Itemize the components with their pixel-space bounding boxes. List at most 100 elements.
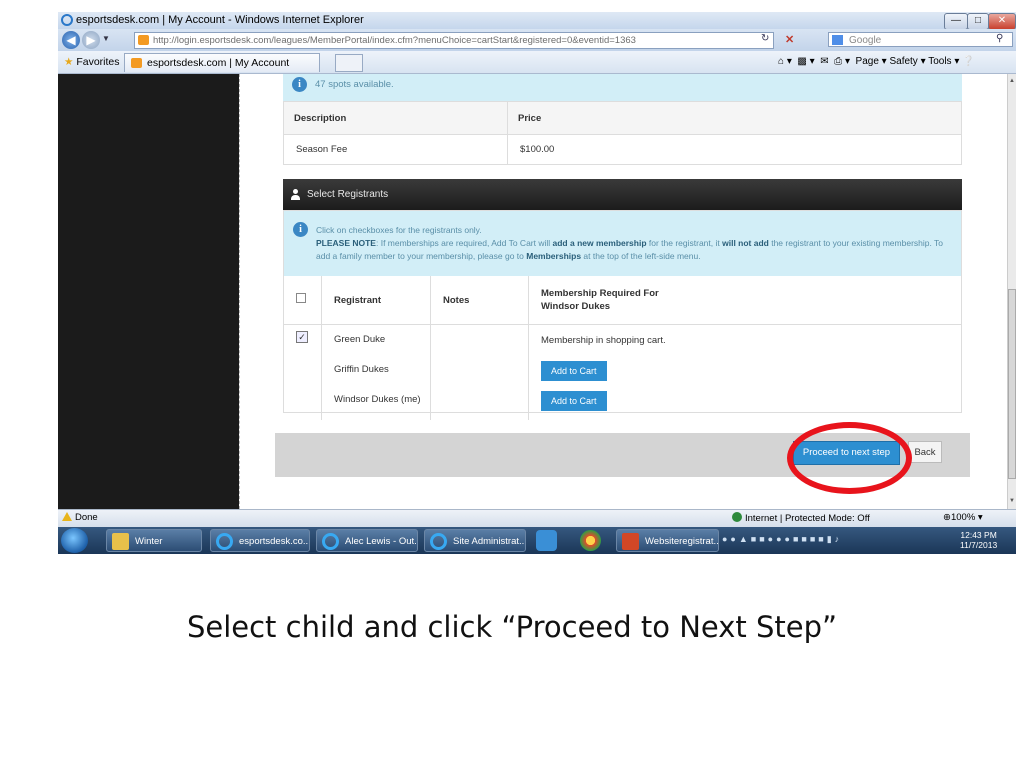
taskbar-label: Site Administrat...: [453, 536, 526, 547]
ie-icon: [430, 533, 447, 550]
spots-info-banner: i 47 spots available.: [283, 74, 962, 101]
instructions-note: PLEASE NOTE: If memberships are required…: [316, 237, 951, 263]
close-icon[interactable]: ✕: [988, 13, 1016, 30]
highlight-circle: [787, 422, 912, 494]
note-text-1: : If memberships are required, Add To Ca…: [375, 238, 553, 248]
table-row: ✓ Green Duke Griffin Dukes Windsor Dukes…: [284, 324, 962, 421]
person-icon: [291, 189, 300, 200]
scroll-thumb[interactable]: [1008, 289, 1016, 479]
zone-text: Internet | Protected Mode: Off: [745, 513, 870, 524]
command-menus[interactable]: Page ▾ Safety ▾ Tools ▾: [856, 56, 960, 67]
window-title-bar: esportsdesk.com | My Account - Windows I…: [58, 12, 1016, 30]
zoom-text: 100%: [950, 512, 976, 523]
scroll-up-icon[interactable]: ▲: [1008, 78, 1016, 84]
page-viewport: i 47 spots available. Description Price …: [240, 74, 1007, 509]
window-title: esportsdesk.com | My Account - Windows I…: [76, 14, 364, 26]
ie-icon: [61, 14, 73, 26]
site-favicon-icon: [138, 35, 149, 45]
membership-cell: Membership in shopping cart. Add to Cart…: [529, 325, 962, 421]
registrant-header: Registrant: [321, 276, 431, 325]
minimize-icon[interactable]: —: [944, 13, 968, 30]
zoom-control[interactable]: ⊕100% ▾: [943, 512, 983, 523]
status-bar: Done Internet | Protected Mode: Off ⊕100…: [58, 509, 1016, 527]
membership-header-line2: Windsor Dukes: [541, 301, 611, 312]
fee-table: Description Price Season Fee $100.00: [283, 101, 962, 165]
taskbar-item-esportsdesk[interactable]: esportsdesk.co...: [210, 529, 310, 552]
chrome-icon[interactable]: [580, 530, 601, 551]
status-text: Done: [75, 512, 98, 523]
feeds-icon[interactable]: ▩: [797, 56, 806, 67]
command-bar[interactable]: ⌂ ▾ ▩ ▾ ✉ ⎙ ▾ Page ▾ Safety ▾ Tools ▾ ❔: [778, 56, 975, 67]
system-tray[interactable]: ●●▲■■●●●■■■■▮♪: [722, 534, 842, 545]
left-side-menu: [58, 74, 239, 509]
print-icon[interactable]: ⎙: [834, 56, 842, 67]
taskbar-item-powerpoint[interactable]: Websiteregistrat...: [616, 529, 719, 552]
description-header: Description: [283, 101, 508, 135]
taskbar-label: esportsdesk.co...: [239, 536, 310, 547]
security-zone[interactable]: Internet | Protected Mode: Off: [732, 512, 870, 524]
add-to-cart-button[interactable]: Add to Cart: [541, 361, 607, 381]
windows-taskbar: Winter esportsdesk.co... Alec Lewis - Ou…: [58, 527, 1016, 554]
ie-icon: [322, 533, 339, 550]
recent-pages-icon[interactable]: ▼: [102, 34, 110, 43]
select-all-checkbox[interactable]: [296, 293, 306, 303]
help-icon[interactable]: ❔: [962, 56, 974, 67]
refresh-icon[interactable]: ↻: [761, 33, 769, 44]
powerpoint-icon: [622, 533, 639, 550]
registrant-name: Green Duke: [334, 334, 386, 345]
home-icon[interactable]: ⌂: [778, 56, 784, 67]
clock-time: 12:43 PM: [960, 530, 997, 540]
note-text-4: at the top of the left-side menu.: [581, 251, 701, 261]
membership-status: Membership in shopping cart.: [541, 335, 666, 346]
status-done: Done: [62, 512, 98, 523]
notes-cell: [430, 324, 529, 420]
tab-label: esportsdesk.com | My Account: [147, 57, 290, 69]
info-icon: i: [293, 222, 308, 237]
clock[interactable]: 12:43 PM 11/7/2013: [960, 530, 997, 550]
taskbar-label: Winter: [135, 536, 163, 547]
folder-icon: [112, 533, 129, 550]
registrant-checkbox[interactable]: ✓: [296, 331, 308, 343]
action-bar: Proceed to next step Back: [275, 422, 970, 494]
search-input[interactable]: Google: [828, 32, 1013, 47]
section-header: Select Registrants: [283, 179, 962, 210]
media-player-icon[interactable]: [536, 530, 557, 551]
scroll-down-icon[interactable]: ▼: [1008, 498, 1016, 504]
memberships-link[interactable]: Memberships: [526, 251, 581, 261]
note-bold-2: will not add: [722, 238, 769, 248]
ie-icon: [216, 533, 233, 550]
registrant-name: Windsor Dukes (me): [334, 394, 421, 405]
membership-header: Membership Required For Windsor Dukes: [528, 276, 961, 325]
price-header: Price: [507, 101, 962, 135]
section-title: Select Registrants: [307, 189, 389, 200]
favorites-button[interactable]: ★ Favorites: [64, 56, 120, 68]
select-all-header: [284, 276, 322, 325]
note-text-2: for the registrant, it: [646, 238, 723, 248]
taskbar-item-site-admin[interactable]: Site Administrat...: [424, 529, 526, 552]
new-tab-button[interactable]: [335, 54, 363, 72]
spots-text: 47 spots available.: [315, 79, 394, 90]
mail-icon[interactable]: ✉: [820, 56, 828, 67]
scrollbar[interactable]: ▲ ▼: [1007, 74, 1016, 509]
url-field[interactable]: http://login.esportsdesk.com/leagues/Mem…: [134, 32, 774, 49]
registrant-names: Green Duke Griffin Dukes Windsor Dukes (…: [321, 324, 431, 420]
back-button[interactable]: Back: [908, 441, 942, 463]
browser-tab[interactable]: esportsdesk.com | My Account: [124, 53, 320, 72]
search-icon[interactable]: ⚲: [996, 33, 1003, 44]
start-button[interactable]: [61, 528, 88, 553]
url-text: http://login.esportsdesk.com/leagues/Mem…: [153, 35, 636, 46]
forward-icon[interactable]: ▶: [82, 31, 100, 49]
back-icon[interactable]: ◀: [62, 31, 80, 49]
checkbox-cell: ✓: [284, 324, 322, 420]
membership-header-line1: Membership Required For: [541, 288, 659, 299]
registrants-table: Registrant Notes Membership Required For…: [284, 276, 961, 420]
tab-favicon-icon: [131, 58, 142, 68]
favorites-bar: ★ Favorites esportsdesk.com | My Account…: [58, 51, 1016, 74]
stop-icon[interactable]: ✕: [785, 33, 794, 46]
taskbar-item-outlook[interactable]: Alec Lewis - Out...: [316, 529, 418, 552]
taskbar-item-winter[interactable]: Winter: [106, 529, 202, 552]
globe-icon: [732, 512, 742, 522]
registrant-name: Griffin Dukes: [334, 364, 389, 375]
add-to-cart-button[interactable]: Add to Cart: [541, 391, 607, 411]
maximize-icon[interactable]: □: [967, 13, 989, 30]
